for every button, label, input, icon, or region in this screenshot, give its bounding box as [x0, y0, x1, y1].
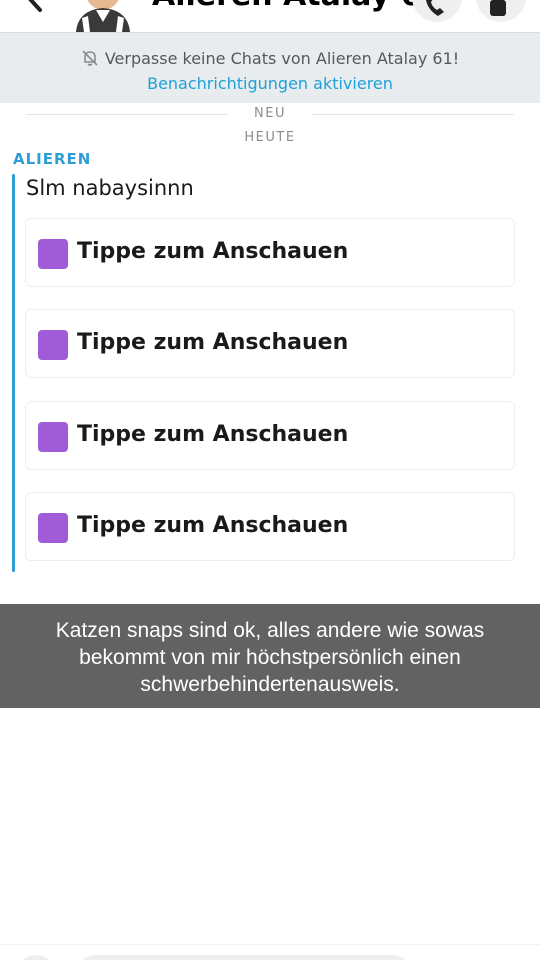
- chat-title[interactable]: Alieren Atalay 61: [152, 0, 442, 13]
- caption-overlay: Katzen snaps sind ok, alles andere wie s…: [0, 604, 540, 708]
- snap-item[interactable]: Tippe zum Anschauen: [25, 309, 515, 378]
- video-icon: [490, 0, 506, 16]
- snap-item[interactable]: Tippe zum Anschauen: [25, 218, 515, 287]
- phone-icon: [426, 0, 444, 16]
- new-divider-label: NEU: [254, 106, 286, 121]
- snap-label: Tippe zum Anschauen: [77, 239, 349, 264]
- snap-item[interactable]: Tippe zum Anschauen: [25, 492, 515, 561]
- chat-message[interactable]: Slm nabaysinnn: [26, 176, 194, 200]
- caption-line: schwerbehindertenausweis.: [140, 673, 400, 696]
- chat-input-bar: [0, 944, 540, 960]
- snap-icon: [38, 422, 68, 452]
- snap-icon: [38, 330, 68, 360]
- snap-icon: [38, 513, 68, 543]
- enable-notifications-link[interactable]: Benachrichtigungen aktivieren: [0, 74, 540, 93]
- camera-button[interactable]: [16, 955, 56, 960]
- banner-text: Verpasse keine Chats von Alieren Atalay …: [104, 49, 460, 68]
- chevron-left-icon[interactable]: [22, 0, 48, 12]
- snap-icon: [38, 239, 68, 269]
- video-call-button[interactable]: [476, 0, 526, 22]
- caption-line: Katzen snaps sind ok, alles andere wie s…: [55, 619, 485, 642]
- notification-banner: Verpasse keine Chats von Alieren Atalay …: [0, 32, 540, 103]
- snap-label: Tippe zum Anschauen: [77, 422, 349, 447]
- chat-header: Alieren Atalay 61: [0, 0, 540, 32]
- thread-indicator: [12, 174, 15, 572]
- sender-name: ALIEREN: [13, 150, 92, 168]
- call-button[interactable]: [412, 0, 462, 22]
- bell-off-icon: [81, 49, 99, 67]
- snap-item[interactable]: Tippe zum Anschauen: [25, 401, 515, 470]
- avatar[interactable]: [68, 0, 138, 32]
- chat-input[interactable]: [76, 955, 412, 960]
- caption-line: bekommt von mir höchstpersönlich einen: [79, 646, 461, 669]
- snap-label: Tippe zum Anschauen: [77, 330, 349, 355]
- today-divider-label: HEUTE: [244, 130, 296, 145]
- snap-label: Tippe zum Anschauen: [77, 513, 349, 538]
